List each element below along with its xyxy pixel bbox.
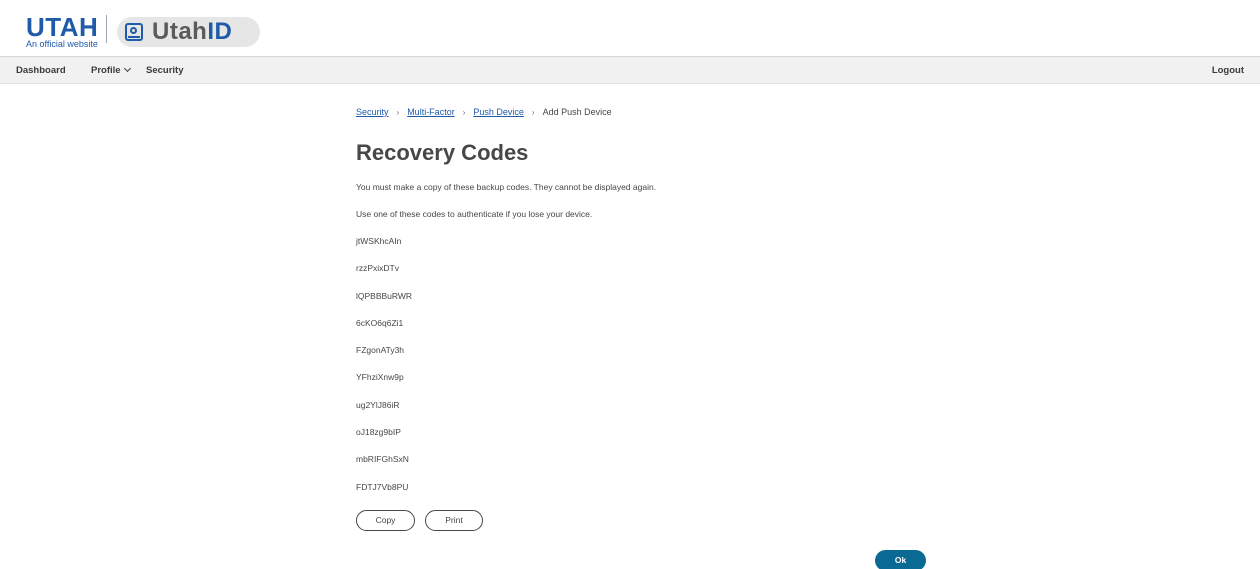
site-header: UTAH An official website UtahID (0, 0, 1260, 57)
page-title: Recovery Codes (356, 140, 529, 165)
recovery-code-list: jtWSKhcAIn rzzPxixDTv lQPBBBuRWR 6cKO6q6… (356, 235, 412, 508)
chevron-down-icon (123, 64, 131, 73)
recovery-code: FZgonATy3h (356, 345, 405, 356)
breadcrumb-security[interactable]: Security (356, 107, 389, 117)
utahid-logo[interactable]: UtahID (117, 17, 260, 47)
breadcrumb-multi-factor[interactable]: Multi-Factor (407, 107, 455, 117)
recovery-code: FDTJ7Vb8PU (356, 481, 409, 492)
print-button[interactable]: Print (425, 510, 483, 531)
nav-profile-label: Profile (91, 65, 121, 76)
breadcrumb-current: Add Push Device (542, 107, 612, 117)
breadcrumb: Security › Multi-Factor › Push Device › Add Pu… (356, 106, 612, 119)
recovery-code: 6cKO6q6Zi1 (356, 317, 404, 328)
recovery-code: mbRIFGhSxN (356, 454, 409, 465)
header-divider (106, 15, 107, 43)
breadcrumb-separator: › (396, 108, 400, 117)
breadcrumb-separator: › (531, 108, 535, 117)
recovery-code: rzzPxixDTv (356, 263, 399, 274)
id-card-icon (125, 23, 143, 41)
breadcrumb-separator: › (462, 108, 466, 117)
copy-button[interactable]: Copy (356, 510, 415, 531)
utah-state-logo[interactable]: UTAH An official website (26, 12, 114, 49)
utahid-prefix: Utah (152, 18, 208, 45)
utah-logo-text: UTAH (26, 12, 99, 42)
copy-warning-text: You must make a copy of these backup cod… (356, 182, 657, 192)
official-website-label: An official website (26, 39, 98, 49)
nav-security[interactable]: Security (146, 57, 184, 84)
utahid-suffix: ID (207, 18, 233, 45)
ok-button[interactable]: Ok (875, 550, 926, 569)
recovery-code: ug2YlJ86iR (356, 399, 400, 410)
recovery-code: YFhziXnw9p (356, 372, 404, 383)
utahid-logo-text: UtahID (152, 18, 232, 46)
recovery-code: oJ18zg9bIP (356, 427, 401, 438)
usage-instructions-text: Use one of these codes to authenticate i… (356, 209, 593, 219)
breadcrumb-push-device[interactable]: Push Device (473, 107, 524, 117)
recovery-code: lQPBBBuRWR (356, 290, 413, 301)
nav-dashboard[interactable]: Dashboard (16, 57, 66, 84)
main-nav: Dashboard Profile Security Logout (0, 57, 1260, 84)
recovery-code: jtWSKhcAIn (356, 236, 402, 246)
logout-link[interactable]: Logout (1212, 57, 1244, 84)
nav-profile[interactable]: Profile (91, 57, 131, 84)
